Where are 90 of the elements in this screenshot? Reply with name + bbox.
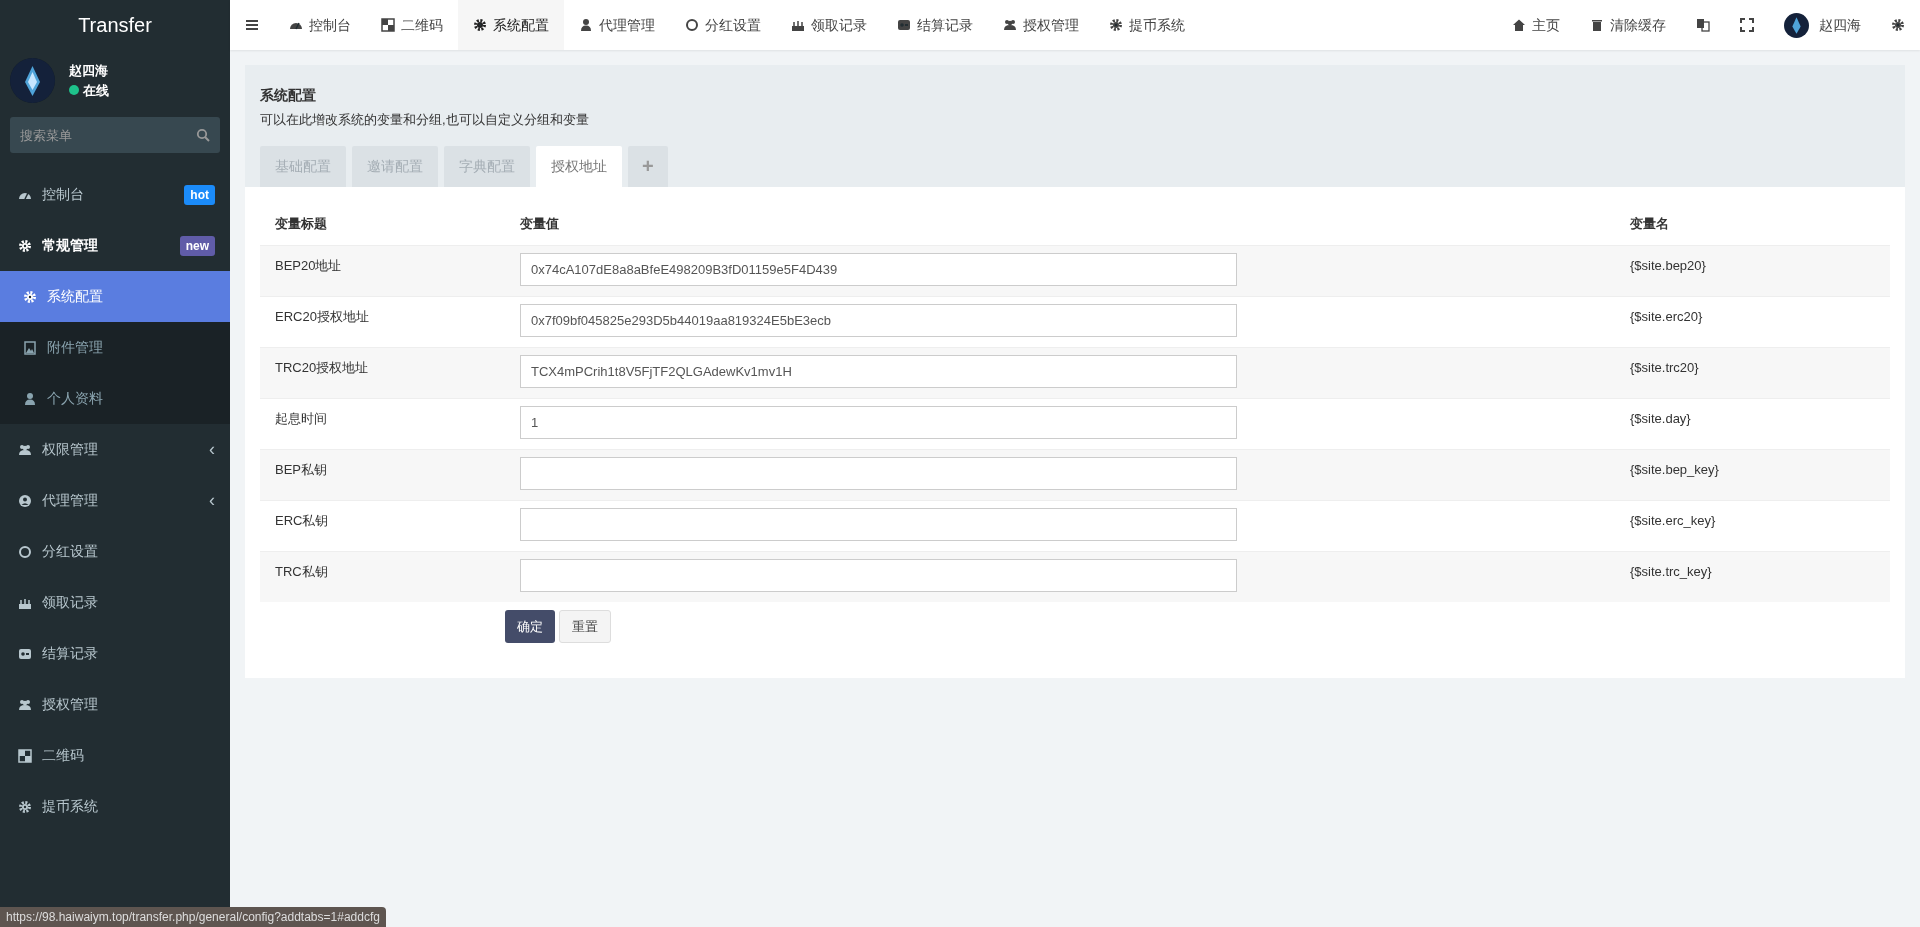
- variable-name: {$site.bep20}: [1615, 245, 1890, 297]
- value-field[interactable]: [520, 559, 1237, 592]
- gear-icon: [18, 238, 32, 253]
- fullscreen-icon: [1740, 18, 1754, 32]
- caret-icon: ‹: [209, 487, 215, 514]
- trash-icon: [1590, 18, 1604, 32]
- row-label: 起息时间: [260, 398, 505, 450]
- gear-icon: [473, 18, 487, 32]
- ring-icon: [685, 18, 699, 32]
- submenu-item[interactable]: 个人资料: [0, 373, 230, 424]
- column-header: 变量值: [505, 201, 1615, 246]
- qr-icon: [18, 748, 32, 763]
- cake-icon: [791, 18, 805, 32]
- value-field[interactable]: 0x74cA107dE8a8aBfeE498209B3fD01159e5F4D439: [520, 253, 1237, 286]
- nav-tab[interactable]: 结算记录: [882, 0, 988, 50]
- image-icon: [23, 340, 37, 355]
- nav-tab[interactable]: 领取记录: [776, 0, 882, 50]
- nav-link[interactable]: 清除缓存: [1575, 0, 1681, 50]
- user-menu[interactable]: 赵四海: [1769, 0, 1876, 50]
- avatar: [10, 58, 55, 103]
- people-icon: [18, 697, 32, 712]
- qr-icon: [381, 18, 395, 32]
- reset-button[interactable]: 重置: [559, 610, 611, 643]
- variable-name: {$site.erc_key}: [1615, 500, 1890, 552]
- panel-title: 系统配置: [260, 86, 317, 105]
- card-icon: [18, 646, 32, 661]
- gear-icon: [18, 799, 32, 814]
- row-label: TRC20授权地址: [260, 347, 505, 399]
- gear-icon: [1891, 18, 1905, 32]
- people-icon: [18, 442, 32, 457]
- menu-item[interactable]: 领取记录: [0, 577, 230, 628]
- menu-item[interactable]: 常规管理 new: [0, 220, 230, 271]
- menu-item[interactable]: 控制台 hot: [0, 169, 230, 220]
- panel-description: 可以在此增改系统的变量和分组,也可以自定义分组和变量: [260, 111, 590, 129]
- row-label: TRC私钥: [260, 551, 505, 602]
- menu-icon: [245, 18, 259, 32]
- column-header: 变量标题: [260, 201, 505, 246]
- menu-item[interactable]: 权限管理 ‹: [0, 424, 230, 475]
- translate-icon: [1696, 18, 1710, 32]
- nav-tab[interactable]: 授权管理: [988, 0, 1094, 50]
- submenu-item[interactable]: 系统配置: [0, 271, 230, 322]
- status-url: https://98.haiwaiym.top/transfer.php/general/config?addtabs=1#addcfg: [0, 907, 386, 927]
- nav-tab[interactable]: 系统配置: [458, 0, 564, 50]
- search-icon: [196, 128, 210, 142]
- avatar: [1784, 12, 1809, 38]
- caret-icon: ‹: [209, 436, 215, 463]
- ring-icon: [18, 544, 32, 559]
- nav-tab[interactable]: 代理管理: [564, 0, 670, 50]
- value-field[interactable]: [520, 457, 1237, 490]
- gear-icon: [1109, 18, 1123, 32]
- value-field[interactable]: [520, 508, 1237, 541]
- variable-name: {$site.trc_key}: [1615, 551, 1890, 602]
- nav-link[interactable]: 主页: [1497, 0, 1575, 50]
- menu-item[interactable]: 提币系统: [0, 781, 230, 832]
- menu-item[interactable]: 授权管理: [0, 679, 230, 730]
- row-label: BEP20地址: [260, 245, 505, 297]
- menu-item[interactable]: 分红设置: [0, 526, 230, 577]
- confirm-button[interactable]: 确定: [505, 610, 555, 643]
- value-field[interactable]: TCX4mPCrih1t8V5FjTF2QLGAdewKv1mv1H: [520, 355, 1237, 388]
- value-field[interactable]: 0x7f09bf045825e293D5b44019aa819324E5bE3ecb: [520, 304, 1237, 337]
- person-icon: [23, 391, 37, 406]
- status-text: 在线: [83, 81, 109, 100]
- menu-badge: new: [179, 235, 215, 256]
- column-header: 变量名: [1615, 201, 1890, 246]
- menu-badge: hot: [184, 184, 215, 205]
- row-label: ERC20授权地址: [260, 296, 505, 348]
- home-icon: [1512, 18, 1526, 32]
- nav-tab[interactable]: 控制台: [274, 0, 366, 50]
- row-label: ERC私钥: [260, 500, 505, 552]
- people-icon: [1003, 18, 1017, 32]
- user-name: 赵四海: [69, 62, 109, 80]
- value-field[interactable]: 1: [520, 406, 1237, 439]
- nav-tab[interactable]: 分红设置: [670, 0, 776, 50]
- menu-item[interactable]: 结算记录: [0, 628, 230, 679]
- nav-tab[interactable]: 提币系统: [1094, 0, 1200, 50]
- search-field[interactable]: 搜索菜单: [10, 117, 220, 153]
- card-icon: [897, 18, 911, 32]
- config-tab[interactable]: 授权地址: [536, 145, 622, 187]
- variable-name: {$site.day}: [1615, 398, 1890, 450]
- submenu-item[interactable]: 附件管理: [0, 322, 230, 373]
- menu-item[interactable]: 二维码: [0, 730, 230, 781]
- gear-icon: [23, 289, 37, 304]
- menu-item[interactable]: 代理管理 ‹: [0, 475, 230, 526]
- person-icon: [579, 18, 593, 32]
- variable-name: {$site.erc20}: [1615, 296, 1890, 348]
- user-circle-icon: [18, 493, 32, 508]
- variable-name: {$site.bep_key}: [1615, 449, 1890, 501]
- variable-name: {$site.trc20}: [1615, 347, 1890, 399]
- row-label: BEP私钥: [260, 449, 505, 501]
- nav-tab[interactable]: 二维码: [366, 0, 458, 50]
